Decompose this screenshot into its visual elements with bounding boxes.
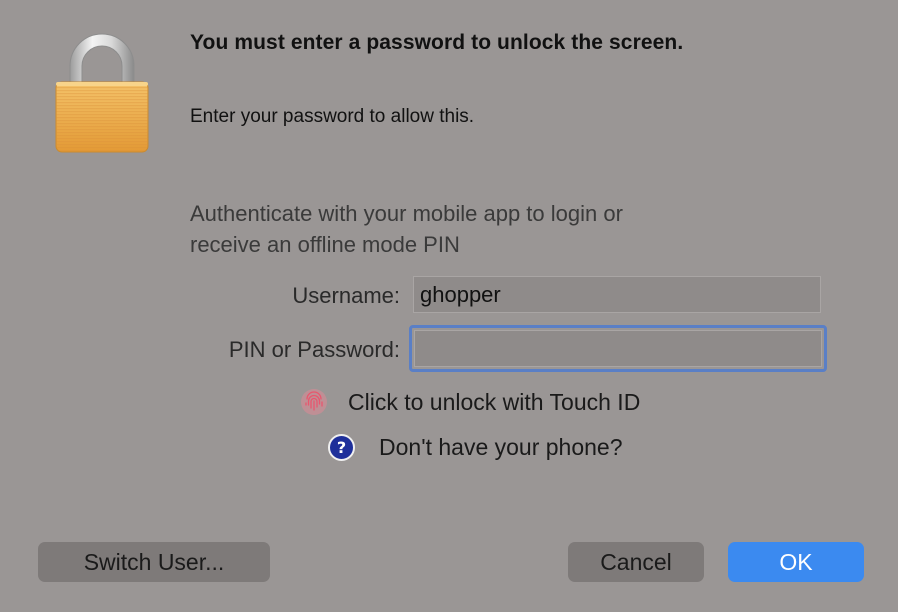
ok-button[interactable]: OK — [728, 542, 864, 582]
cancel-button[interactable]: Cancel — [568, 542, 704, 582]
dialog-title: You must enter a password to unlock the … — [190, 31, 684, 54]
pin-label: PIN or Password: — [228, 337, 400, 362]
padlock-icon — [55, 33, 149, 153]
unlock-dialog: You must enter a password to unlock the … — [0, 0, 898, 612]
no-phone-link[interactable]: ? Don't have your phone? — [328, 434, 623, 461]
auth-message-line-2: receive an offline mode PIN — [190, 232, 460, 257]
auth-message: Authenticate with your mobile app to log… — [190, 198, 790, 260]
touch-id-link[interactable]: Click to unlock with Touch ID — [299, 387, 640, 417]
username-field[interactable]: ghopper — [413, 276, 821, 313]
auth-message-line-1: Authenticate with your mobile app to log… — [190, 201, 623, 226]
touch-id-label: Click to unlock with Touch ID — [348, 388, 641, 415]
switch-user-button[interactable]: Switch User... — [38, 542, 270, 582]
question-mark-icon: ? — [328, 434, 355, 461]
no-phone-label: Don't have your phone? — [379, 434, 623, 460]
username-label: Username: — [292, 283, 400, 308]
pin-password-field-focus-ring — [409, 325, 827, 372]
fingerprint-icon — [301, 389, 327, 415]
dialog-subtitle: Enter your password to allow this. — [190, 106, 475, 127]
pin-password-field[interactable] — [414, 330, 822, 367]
